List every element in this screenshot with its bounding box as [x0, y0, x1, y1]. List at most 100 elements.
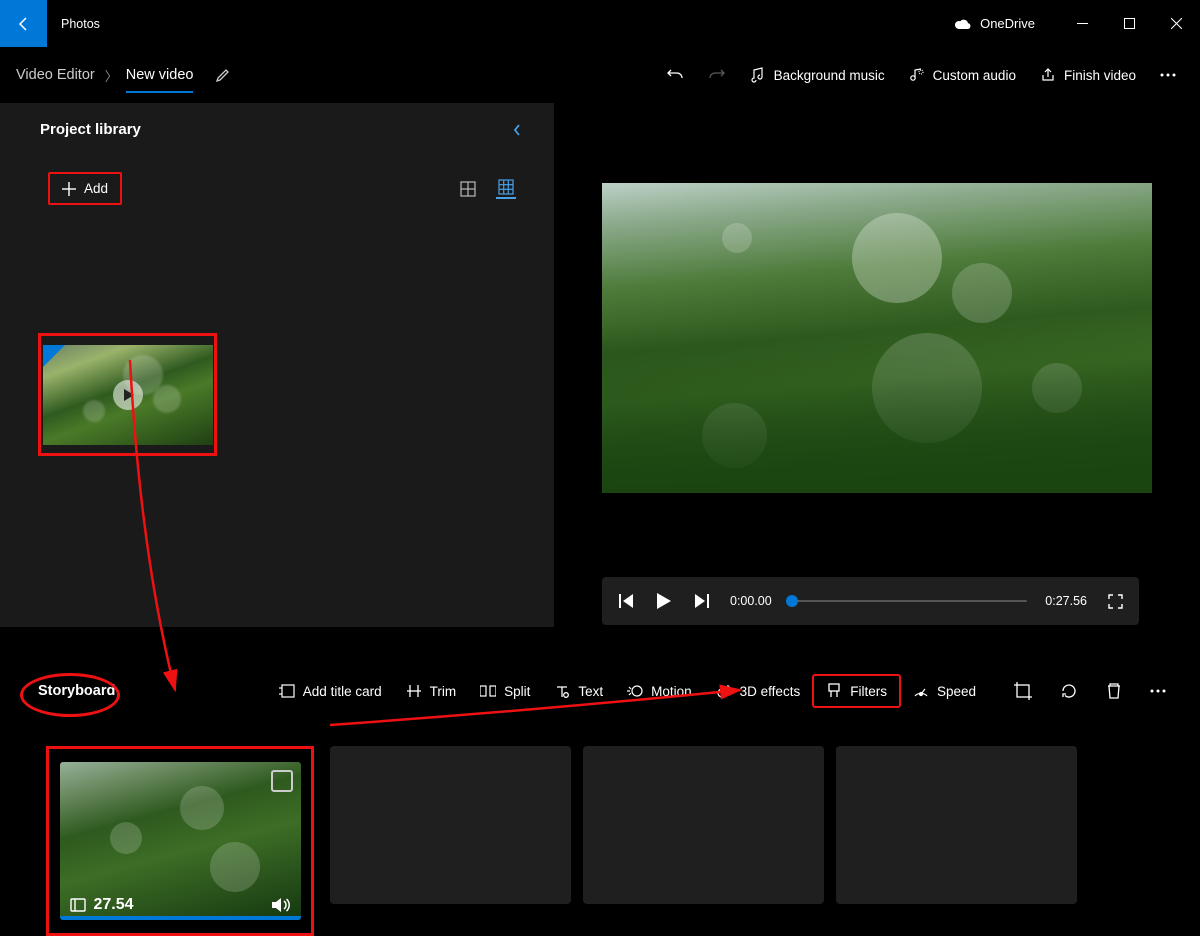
filters-label: Filters: [850, 684, 887, 699]
cloud-icon: [954, 18, 972, 30]
trim-label: Trim: [430, 684, 457, 699]
close-button[interactable]: [1153, 8, 1200, 40]
step-back-icon: [619, 594, 633, 608]
play-icon: [657, 593, 671, 609]
text-button[interactable]: Text: [542, 676, 615, 706]
seek-slider[interactable]: [790, 600, 1028, 602]
trash-icon: [1106, 682, 1122, 700]
custom-audio-button[interactable]: Custom audio: [897, 61, 1028, 89]
play-button[interactable]: [654, 593, 674, 609]
split-label: Split: [504, 684, 530, 699]
duration-icon: [70, 898, 86, 912]
fullscreen-icon: [1108, 594, 1123, 609]
volume-icon[interactable]: [271, 896, 291, 914]
storyboard-title-wrap: Storyboard: [20, 677, 133, 705]
selected-corner-icon: [43, 345, 65, 367]
export-icon: [1040, 67, 1056, 83]
pencil-icon: [215, 67, 231, 83]
storyboard-clip-1[interactable]: 27.54: [46, 746, 314, 936]
onedrive-status[interactable]: OneDrive: [954, 16, 1035, 31]
app-title: Photos: [61, 17, 100, 31]
background-music-button[interactable]: Background music: [738, 61, 897, 89]
main-area: Project library Add: [0, 103, 1200, 633]
breadcrumb-root[interactable]: Video Editor: [12, 67, 99, 83]
clip-select-checkbox[interactable]: [271, 770, 293, 792]
text-icon: [555, 684, 569, 698]
chevron-right-icon: 〉: [105, 66, 118, 85]
chevron-left-icon: [512, 123, 522, 137]
titlebar: Photos OneDrive: [0, 0, 1200, 47]
play-overlay-icon: [113, 380, 143, 410]
motion-button[interactable]: Motion: [615, 676, 704, 706]
filters-button[interactable]: Filters: [812, 674, 901, 708]
delete-clip-button[interactable]: [1092, 675, 1136, 707]
preview-panel: 0:00.00 0:27.56: [554, 103, 1200, 633]
title-card-icon: [279, 684, 295, 698]
trim-button[interactable]: Trim: [394, 676, 469, 706]
view-large-grid-button[interactable]: [458, 179, 478, 199]
rotate-icon: [1060, 682, 1078, 700]
text-label: Text: [578, 684, 603, 699]
redo-button[interactable]: [696, 60, 738, 90]
prev-frame-button[interactable]: [616, 594, 636, 608]
clip-duration: 27.54: [94, 896, 134, 914]
title-card-label: Add title card: [303, 684, 382, 699]
project-library-panel: Project library Add: [0, 103, 554, 627]
app-toolbar: Video Editor 〉 New video Background musi…: [0, 47, 1200, 103]
project-name[interactable]: New video: [126, 57, 194, 93]
arrow-left-icon: [16, 16, 32, 32]
maximize-button[interactable]: [1106, 8, 1153, 40]
add-media-button[interactable]: Add: [48, 172, 122, 205]
playback-controls: 0:00.00 0:27.56: [602, 577, 1139, 625]
audio-settings-icon: [909, 67, 925, 83]
speed-button[interactable]: Speed: [901, 676, 988, 706]
onedrive-label: OneDrive: [980, 16, 1035, 31]
total-time: 0:27.56: [1045, 594, 1087, 608]
rotate-button[interactable]: [1046, 675, 1092, 707]
trim-icon: [407, 684, 421, 698]
custom-audio-label: Custom audio: [933, 68, 1016, 83]
rename-button[interactable]: [215, 67, 231, 83]
minimize-button[interactable]: [1059, 8, 1106, 40]
storyboard-empty-slot[interactable]: [330, 746, 571, 904]
fullscreen-button[interactable]: [1105, 594, 1125, 609]
undo-button[interactable]: [654, 60, 696, 90]
library-clip-thumbnail[interactable]: [38, 333, 217, 456]
split-button[interactable]: Split: [468, 676, 542, 706]
window-controls: [1059, 8, 1200, 40]
finish-video-button[interactable]: Finish video: [1028, 61, 1148, 89]
undo-icon: [666, 66, 684, 84]
crop-rotate-button[interactable]: [1000, 675, 1046, 707]
more-menu-button[interactable]: [1148, 67, 1188, 83]
plus-icon: [62, 182, 76, 196]
crop-icon: [1014, 682, 1032, 700]
3d-effects-button[interactable]: 3D effects: [704, 676, 813, 706]
bg-music-label: Background music: [774, 68, 885, 83]
grid-3x3-icon: [498, 179, 514, 195]
speed-label: Speed: [937, 684, 976, 699]
speed-icon: [913, 684, 929, 698]
storyboard-more-button[interactable]: [1136, 682, 1180, 700]
next-frame-button[interactable]: [692, 594, 712, 608]
storyboard-empty-slot[interactable]: [583, 746, 824, 904]
seek-handle[interactable]: [786, 595, 798, 607]
storyboard-section: Storyboard Add title card Trim Split Tex…: [0, 633, 1200, 936]
redo-icon: [708, 66, 726, 84]
clip-progress-bar: [60, 916, 301, 920]
view-small-grid-button[interactable]: [496, 179, 516, 199]
back-button[interactable]: [0, 0, 47, 47]
music-note-icon: [750, 67, 766, 83]
step-forward-icon: [695, 594, 709, 608]
ellipsis-icon: [1150, 689, 1166, 693]
library-title: Project library: [40, 121, 141, 138]
grid-2x2-icon: [460, 181, 476, 197]
collapse-library-button[interactable]: [512, 123, 532, 137]
video-preview[interactable]: [602, 183, 1152, 493]
storyboard-title: Storyboard: [38, 683, 115, 699]
sparkle-icon: [716, 683, 732, 699]
add-title-card-button[interactable]: Add title card: [267, 676, 394, 706]
finish-label: Finish video: [1064, 68, 1136, 83]
motion-icon: [627, 684, 643, 698]
storyboard-empty-slot[interactable]: [836, 746, 1077, 904]
ellipsis-icon: [1160, 73, 1176, 77]
